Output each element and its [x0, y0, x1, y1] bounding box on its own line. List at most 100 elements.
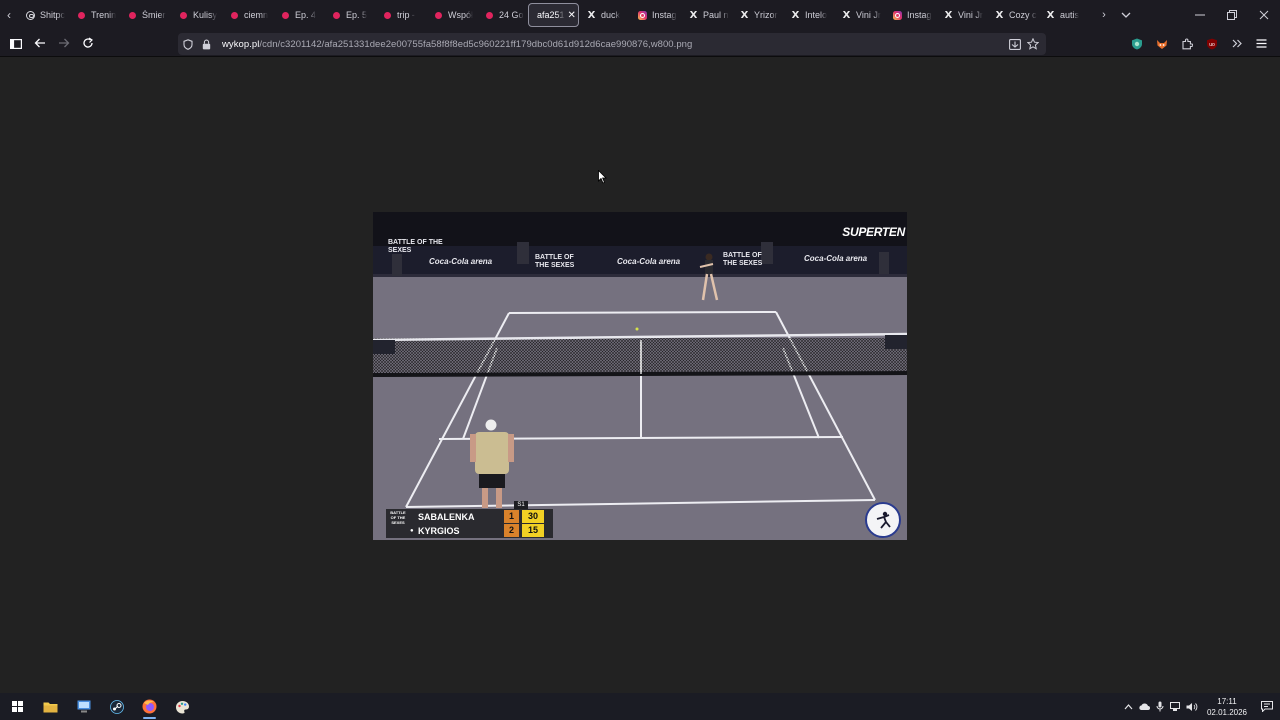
reader-view-button[interactable]	[1006, 33, 1024, 55]
ublock-icon: uo	[1206, 38, 1217, 49]
event-board-2: BATTLE OF THE SEXES	[535, 254, 575, 269]
file-explorer-taskbar-button[interactable]	[34, 693, 67, 720]
player-sets: 2	[504, 524, 519, 537]
close-icon	[1259, 10, 1269, 20]
x-icon: X	[740, 9, 749, 21]
tab-7[interactable]: trip -	[375, 3, 426, 27]
player-sets: 1	[504, 510, 519, 523]
tab-6[interactable]: Ep. 5	[324, 3, 375, 27]
scoreboard-logo: BATTLE OF THE SEXES	[390, 510, 406, 525]
minimize-button[interactable]	[1184, 0, 1216, 30]
restore-button[interactable]	[1216, 0, 1248, 30]
sponsor-board-2: Coca-Cola arena	[617, 257, 681, 266]
x-icon: X	[995, 9, 1004, 21]
tab-2[interactable]: Śmier	[120, 3, 171, 27]
tab-4[interactable]: ciemn	[222, 3, 273, 27]
tab-11[interactable]: Xduck	[579, 3, 630, 27]
serve-indicator: ●	[410, 527, 414, 534]
sidebar-icon	[10, 38, 22, 49]
tab-label: Śmier	[142, 10, 166, 20]
tab-17[interactable]: Instag	[885, 3, 936, 27]
taskbar-clock[interactable]: 17:11 02.01.2026	[1200, 696, 1254, 718]
more-tools-button[interactable]	[1224, 30, 1249, 57]
instagram-icon	[638, 10, 647, 20]
tabs-scroll-left-button[interactable]: ‹	[0, 0, 18, 30]
vpn-extension-button[interactable]	[1124, 30, 1149, 57]
firefox-taskbar-button[interactable]	[133, 693, 166, 720]
bookmark-button[interactable]	[1024, 33, 1042, 55]
back-button[interactable]	[28, 31, 52, 55]
microphone-tray-button[interactable]	[1152, 693, 1168, 720]
forward-button[interactable]	[52, 31, 76, 55]
start-button[interactable]	[1, 693, 34, 720]
close-window-button[interactable]	[1248, 0, 1280, 30]
reload-button[interactable]	[76, 31, 100, 55]
player-name: SABALENKA	[418, 511, 475, 522]
ublock-extension-button[interactable]: uo	[1199, 30, 1224, 57]
network-tray-button[interactable]	[1168, 693, 1184, 720]
close-tab-icon[interactable]: ✕	[568, 10, 576, 21]
tab-label: Vini Jr	[958, 10, 983, 20]
tab-favicon: X	[944, 9, 953, 21]
chevron-up-icon	[1124, 703, 1132, 709]
tracking-protection-button[interactable]	[180, 33, 196, 55]
steam-icon	[109, 699, 124, 714]
tab-label: Intelo	[805, 10, 828, 20]
back-arrow-icon	[34, 38, 45, 48]
x-icon: X	[1046, 9, 1055, 21]
tab-16[interactable]: X Vini Jr	[834, 3, 885, 27]
folder-icon	[43, 702, 58, 712]
paint-taskbar-button[interactable]	[166, 693, 199, 720]
show-hidden-icons-button[interactable]	[1120, 693, 1136, 720]
tab-favicon: X	[842, 9, 851, 21]
tabs-scroll-right-button[interactable]: ›	[1093, 3, 1115, 27]
tab-9[interactable]: 24 Go	[477, 3, 528, 27]
youtube-icon	[486, 11, 493, 19]
tab-favicon	[77, 11, 86, 20]
tab-15[interactable]: X Intelo	[783, 3, 834, 27]
x-icon: X	[944, 9, 953, 21]
volume-tray-button[interactable]	[1184, 693, 1200, 720]
palette-icon	[176, 700, 189, 713]
site-info-button[interactable]	[198, 33, 214, 55]
tab-18[interactable]: X Vini Jr	[936, 3, 987, 27]
tab-10[interactable]: afa251 ✕	[528, 3, 579, 27]
tab-favicon	[485, 11, 494, 20]
url-text[interactable]: wykop.pl/cdn/c3201142/afa251331dee2e0075…	[222, 39, 692, 50]
tab-19[interactable]: X Cozy c	[987, 3, 1038, 27]
tab-14[interactable]: X Yrizor	[732, 3, 783, 27]
tab-label: Ep. 5	[346, 10, 368, 20]
app-menu-button[interactable]	[1249, 30, 1274, 57]
tab-label: Współ	[448, 10, 474, 20]
tab-label: afa251	[537, 10, 565, 20]
tab-13[interactable]: X Paul n	[681, 3, 732, 27]
tennis-broadcast-image[interactable]: SUPERTEN Coca-Cola arena Coca-Cola arena…	[373, 212, 907, 540]
control-panel-taskbar-button[interactable]	[67, 693, 100, 720]
tab-20[interactable]: Xautis	[1038, 3, 1089, 27]
hamburger-menu-icon	[1256, 39, 1267, 48]
tab-5[interactable]: Ep. 4	[273, 3, 324, 27]
extensions-button[interactable]	[1174, 30, 1199, 57]
svg-text:uo: uo	[1209, 42, 1215, 48]
tab-3[interactable]: Kulisy	[171, 3, 222, 27]
tab-favicon	[281, 11, 290, 20]
url-bar[interactable]: wykop.pl/cdn/c3201142/afa251331dee2e0075…	[178, 33, 1046, 55]
star-icon	[1027, 38, 1039, 50]
tab-1[interactable]: Trenin	[69, 3, 120, 27]
onedrive-tray-button[interactable]	[1136, 693, 1152, 720]
fox-extension-button[interactable]	[1149, 30, 1174, 57]
x-icon: X	[842, 9, 851, 21]
sidebar-toggle-button[interactable]	[4, 31, 28, 55]
tab-0[interactable]: Shitpc	[18, 3, 69, 27]
steam-taskbar-button[interactable]	[100, 693, 133, 720]
notifications-button[interactable]	[1254, 693, 1280, 720]
tab-bar: ‹ Shitpc Trenin Śmier Kulisy ciemn Ep. 4 Ep. 5…	[0, 0, 1280, 30]
firefox-icon	[142, 699, 157, 714]
tab-label: 24 Go	[499, 10, 524, 20]
tab-12[interactable]: Instag	[630, 3, 681, 27]
tab-8[interactable]: Współ	[426, 3, 477, 27]
tennis-player-logo-icon	[876, 511, 891, 529]
x-icon: X	[689, 9, 698, 21]
tab-label: Shitpc	[40, 10, 66, 20]
list-all-tabs-button[interactable]	[1115, 3, 1137, 27]
